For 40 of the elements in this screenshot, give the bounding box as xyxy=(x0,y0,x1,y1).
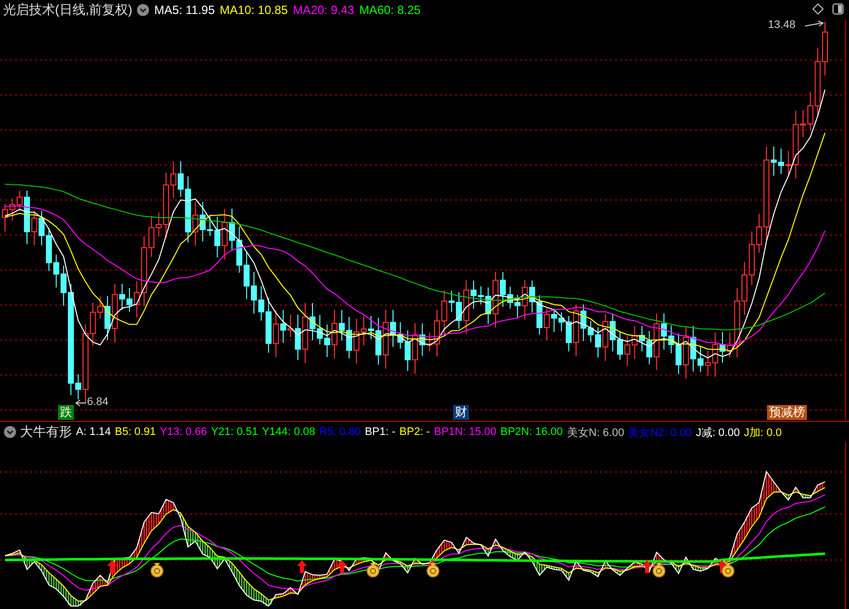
legend-value: MA10: 10.85 xyxy=(220,3,288,17)
legend-value: BP2: - xyxy=(399,426,430,438)
low-price-arrow xyxy=(75,400,86,406)
up-arrow-icon xyxy=(297,560,307,573)
money-bag-icon xyxy=(652,563,666,578)
legend-value: B5: 0.91 xyxy=(114,426,156,438)
diamond-icon[interactable] xyxy=(812,3,824,15)
chart-title: 光启技术(日线,前复权) xyxy=(3,1,132,19)
legend-value: J加: 0.0 xyxy=(744,426,782,440)
up-arrow-icon xyxy=(337,560,347,573)
up-arrow-icon xyxy=(107,560,117,573)
legend-value: BP2N: 16.00 xyxy=(500,426,563,438)
panel-toggle-icon[interactable] xyxy=(832,3,844,15)
signal-tag: 跌 xyxy=(58,405,74,420)
legend-value: BP1N: 15.00 xyxy=(434,426,496,438)
indicator-title: 大牛有形 xyxy=(20,423,72,441)
legend-value: Y21: 0.51 xyxy=(210,426,258,438)
money-bag-icon xyxy=(366,563,380,578)
money-bag-icon xyxy=(150,563,164,578)
high-price-arrow xyxy=(804,20,824,26)
up-arrow-icon xyxy=(642,560,652,573)
legend-value: R5: 0.80 xyxy=(319,426,361,438)
dropdown-icon[interactable] xyxy=(4,426,16,438)
legend-value: MA60: 8.25 xyxy=(359,3,421,17)
legend-value: 美女N: 6.00 xyxy=(566,426,624,440)
money-bag-icon xyxy=(722,563,734,578)
dropdown-icon[interactable] xyxy=(137,4,150,16)
legend-value: A: 1.14 xyxy=(76,426,111,438)
legend-value: MA5: 11.95 xyxy=(154,3,215,17)
legend-value: Y13: 0.66 xyxy=(160,426,207,438)
legend-value: BP1: - xyxy=(364,426,396,438)
signal-tag: 预减榜 xyxy=(767,405,807,420)
money-bag-icon xyxy=(426,563,440,578)
signal-tag: 财 xyxy=(453,405,469,420)
legend-value: Y144: 0.08 xyxy=(262,426,316,438)
low-price-label: 6.84 xyxy=(87,396,108,408)
high-price-label: 13.48 xyxy=(768,19,796,31)
legend-value: J减: 0.00 xyxy=(696,426,740,440)
legend-value: 美女N2: 0.00 xyxy=(628,426,692,440)
legend-value: MA20: 9.43 xyxy=(292,3,354,17)
